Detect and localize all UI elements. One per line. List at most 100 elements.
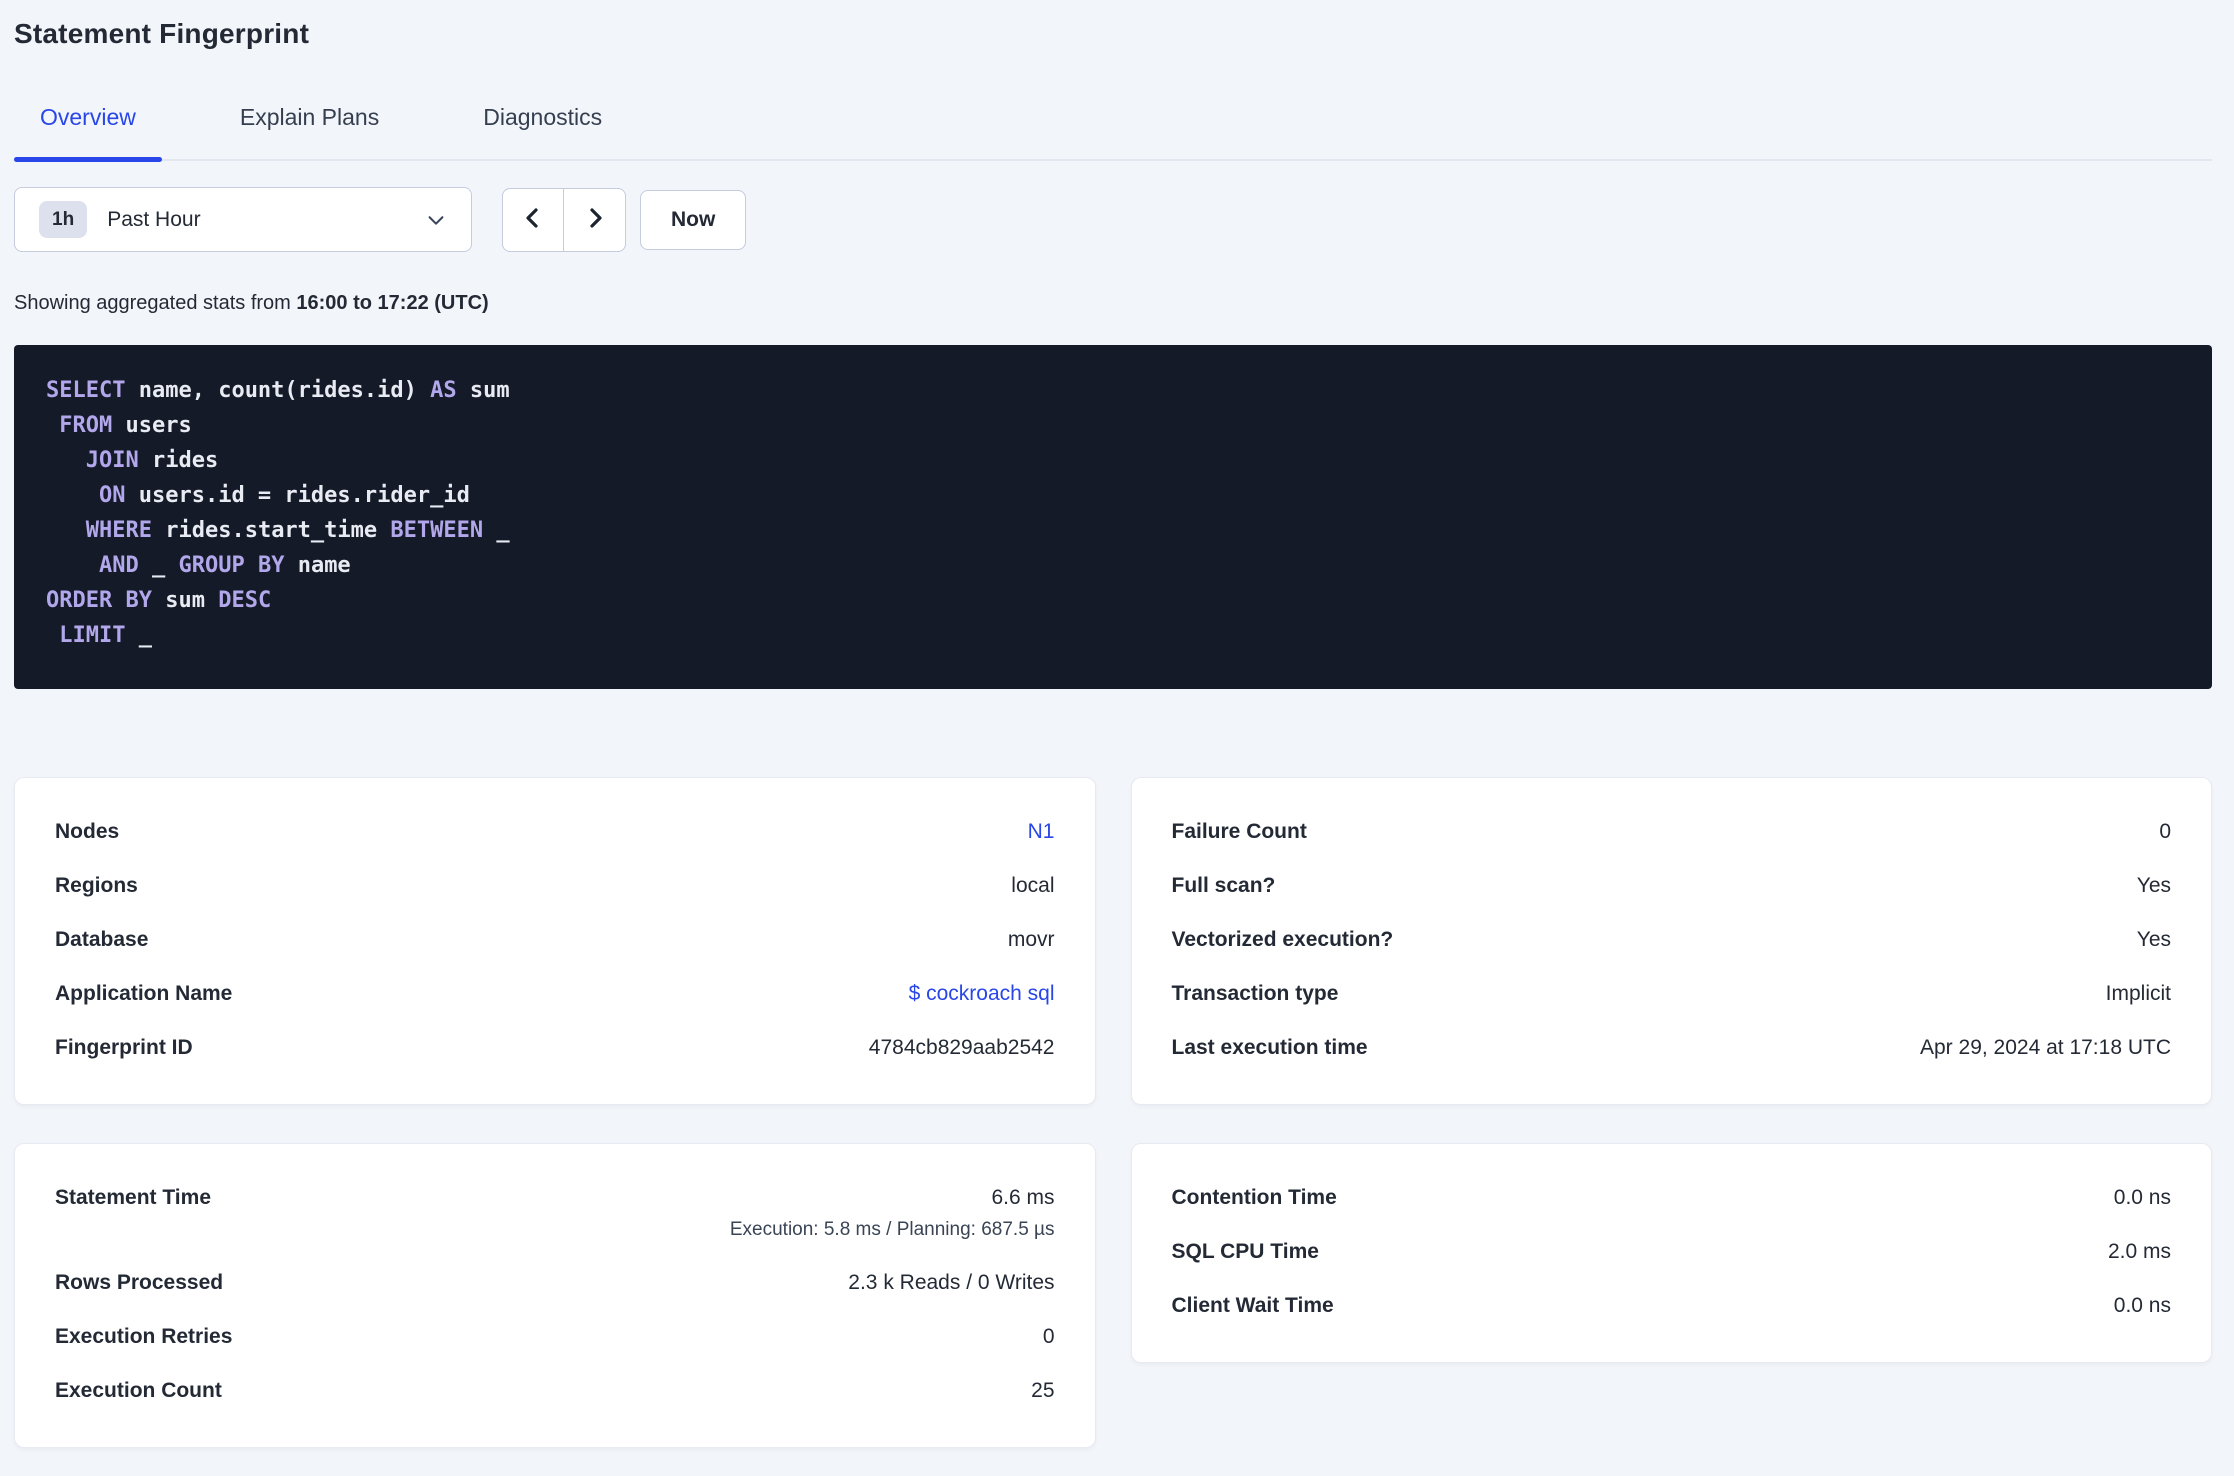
sql-code-line: LIMIT _: [46, 618, 2180, 653]
time-controls: 1h Past Hour Now: [14, 187, 2212, 252]
sql-text: sum: [151, 588, 219, 613]
summary-row: Transaction type Implicit: [1172, 982, 2172, 1006]
time-range-label: Past Hour: [107, 207, 201, 231]
tab-explain-plans[interactable]: Explain Plans: [214, 104, 405, 159]
sql-text: rides: [138, 448, 219, 473]
row-label: Full scan?: [1171, 874, 1276, 897]
summary-row: Full scan? Yes: [1172, 874, 2172, 898]
sql-code-line: WHERE rides.start_time BETWEEN _: [46, 513, 2180, 548]
row-value-wrap: movr: [1008, 928, 1055, 952]
nodes-link[interactable]: N1: [1028, 820, 1055, 844]
sql-keyword: BETWEEN: [390, 518, 484, 543]
row-sub-value: Execution: 5.8 ms / Planning: 687.5 µs: [729, 1219, 1055, 1240]
now-button[interactable]: Now: [640, 189, 747, 250]
row-value-wrap: local: [1011, 874, 1054, 898]
row-value-wrap: Apr 29, 2024 at 17:18 UTC: [1920, 1036, 2171, 1060]
statement-fingerprint-page: Statement Fingerprint Overview Explain P…: [0, 18, 2234, 1448]
previous-time-button[interactable]: [503, 188, 564, 251]
summary-row: Statement Time 6.6 ms Execution: 5.8 ms / …: [55, 1186, 1055, 1241]
row-value-wrap: 2.3 k Reads / 0 Writes: [848, 1271, 1054, 1295]
sql-keyword: WHERE: [85, 518, 152, 543]
row-value-wrap: 25: [1031, 1379, 1054, 1403]
summary-row: Client Wait Time 0.0 ns: [1172, 1294, 2172, 1318]
next-time-button[interactable]: [564, 189, 625, 251]
row-label: Contention Time: [1171, 1186, 1337, 1209]
summary-row: Rows Processed 2.3 k Reads / 0 Writes: [55, 1271, 1055, 1295]
summary-cards: Nodes N1 Regions local Database movr Applicati…: [14, 777, 2212, 1448]
row-label: Vectorized execution?: [1171, 928, 1394, 951]
row-value: movr: [1007, 928, 1055, 951]
summary-row: Nodes N1: [55, 820, 1055, 844]
row-label: Client Wait Time: [1171, 1294, 1334, 1317]
row-label: Nodes: [55, 820, 120, 843]
summary-row: Regions local: [55, 874, 1055, 898]
summary-row: Database movr: [55, 928, 1055, 952]
chevron-left-icon: [521, 206, 545, 233]
sql-keyword: LIMIT: [59, 623, 126, 648]
row-value-wrap: 4784cb829aab2542: [869, 1036, 1055, 1060]
sql-statement-box: SELECT name, count(rides.id) AS sum FROM…: [14, 345, 2212, 689]
row-value-wrap: Yes: [2137, 928, 2171, 952]
row-value-wrap: 0.0 ns: [2114, 1186, 2171, 1210]
sql-text: rides.start_time: [151, 518, 391, 543]
sql-keyword: SELECT: [46, 378, 126, 403]
row-value: Apr 29, 2024 at 17:18 UTC: [1920, 1036, 2171, 1059]
time-interval-badge: 1h: [39, 201, 88, 238]
sql-code-line: AND _ GROUP BY name: [46, 548, 2180, 583]
aggregated-stats-range: 16:00 to 17:22 (UTC): [296, 292, 489, 314]
tab-overview[interactable]: Overview: [14, 104, 162, 162]
time-range-dropdown[interactable]: 1h Past Hour: [14, 187, 472, 252]
row-value-wrap: 6.6 ms Execution: 5.8 ms / Planning: 687.…: [730, 1186, 1055, 1241]
summary-row: Fingerprint ID 4784cb829aab2542: [55, 1036, 1055, 1060]
tab-bar: Overview Explain Plans Diagnostics: [14, 104, 2212, 162]
sql-keyword: AND: [98, 553, 139, 578]
row-value: 0.0 ns: [2113, 1186, 2171, 1209]
row-value: 2.0 ms: [2107, 1240, 2171, 1263]
row-value: Yes: [2136, 928, 2171, 951]
row-value: 0: [1042, 1325, 1055, 1348]
sql-keyword: ON: [98, 483, 126, 508]
sql-text: users: [112, 413, 192, 438]
row-label: Transaction type: [1171, 982, 1339, 1005]
sql-text: name: [284, 553, 351, 578]
sql-text: _: [125, 623, 152, 648]
application-name-link[interactable]: $ cockroach sql: [909, 982, 1055, 1006]
row-label: Application Name: [55, 982, 233, 1005]
sql-code-line: ORDER BY sum DESC: [46, 583, 2180, 618]
row-value: 25: [1031, 1379, 1055, 1402]
row-value: local: [1011, 874, 1055, 897]
aggregated-stats-prefix: Showing aggregated stats from: [14, 292, 297, 314]
tab-diagnostics[interactable]: Diagnostics: [457, 104, 628, 159]
summary-row: Last execution time Apr 29, 2024 at 17:18…: [1172, 1036, 2172, 1060]
row-label: Failure Count: [1171, 820, 1307, 843]
row-label: Database: [55, 928, 149, 951]
chevron-down-icon: [425, 209, 447, 231]
page-title: Statement Fingerprint: [14, 18, 310, 49]
sql-code-line: SELECT name, count(rides.id) AS sum: [46, 373, 2180, 408]
sql-keyword: DESC: [218, 588, 272, 613]
sql-text: name, count(rides.id): [125, 378, 431, 403]
row-value: 0: [2159, 820, 2171, 843]
sql-code-line: ON users.id = rides.rider_id: [46, 478, 2180, 513]
row-value: 2.3 k Reads / 0 Writes: [848, 1271, 1055, 1294]
chevron-right-icon: [583, 206, 607, 233]
sql-keyword: JOIN: [85, 448, 139, 473]
summary-row: Vectorized execution? Yes: [1172, 928, 2172, 952]
sql-code-line: JOIN rides: [46, 443, 2180, 478]
row-label: Execution Retries: [55, 1325, 233, 1348]
summary-row: Application Name $ cockroach sql: [55, 982, 1055, 1006]
row-label: Execution Count: [55, 1379, 222, 1402]
sql-code-line: FROM users: [46, 408, 2180, 443]
sql-keyword: FROM: [59, 413, 113, 438]
row-label: Fingerprint ID: [55, 1036, 193, 1059]
row-value: Yes: [2136, 874, 2171, 897]
sql-text: users.id = rides.rider_id: [125, 483, 470, 508]
execution-attributes-card: Failure Count 0 Full scan? Yes Vectorized ex…: [1130, 777, 2212, 1105]
wait-times-card: Contention Time 0.0 ns SQL CPU Time 2.0 ms C…: [1130, 1143, 2212, 1363]
row-value: Implicit: [2105, 982, 2171, 1005]
tab-explain-plans-label: Explain Plans: [239, 104, 380, 130]
time-step-button-group: [502, 187, 626, 252]
sql-statement-text: SELECT name, count(rides.id) AS sum FROM…: [46, 373, 2180, 653]
